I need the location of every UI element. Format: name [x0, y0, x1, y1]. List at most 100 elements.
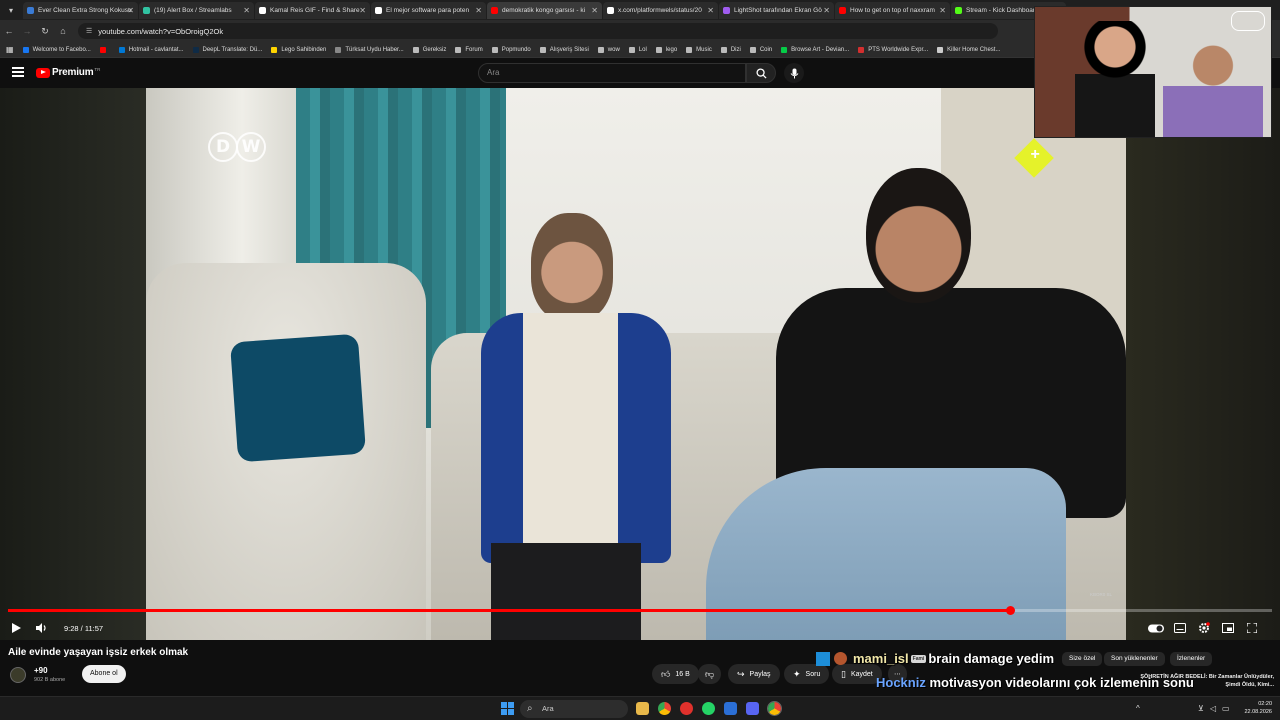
volume-icon: [36, 623, 46, 633]
browser-tab[interactable]: Ever Clean Extra Strong Kokusu ✕: [23, 1, 138, 19]
bookmark-item[interactable]: Dizi: [720, 46, 741, 53]
tab-search-icon[interactable]: ▾: [4, 3, 18, 17]
channel-name[interactable]: +90: [34, 666, 48, 675]
folder-icon: [412, 46, 419, 53]
tab-close-icon[interactable]: ✕: [243, 6, 250, 15]
subtitles-button[interactable]: [1172, 620, 1188, 636]
search-button[interactable]: [746, 63, 776, 83]
bookmark-label: PTS Worldwide Expr...: [868, 46, 929, 53]
autoplay-toggle[interactable]: [1148, 620, 1164, 636]
youtube-premium-logo[interactable]: Premium TR: [36, 67, 100, 78]
bookmark-favicon-icon: [192, 46, 199, 53]
bookmark-item[interactable]: DeepL Translate: Dü...: [192, 46, 262, 53]
mute-button[interactable]: [34, 620, 50, 636]
subscribe-button[interactable]: Abone ol: [82, 665, 126, 683]
browser-tab[interactable]: Kamal Reis GIF - Find & Share ✕: [255, 1, 370, 19]
tab-label: Ever Clean Extra Strong Kokusu: [38, 6, 132, 14]
tab-close-icon[interactable]: ✕: [823, 6, 830, 15]
ask-button[interactable]: ✦ Soru: [784, 664, 830, 684]
chip-watched[interactable]: İzlenenler: [1170, 652, 1213, 666]
progress-scrubber[interactable]: [1005, 606, 1015, 615]
windows-start-icon[interactable]: [501, 702, 514, 715]
folder-icon: [597, 46, 604, 53]
back-arrow-icon[interactable]: ←: [0, 22, 18, 40]
like-button[interactable]: 👍︎ 16 B: [652, 664, 699, 684]
bookmark-item[interactable]: Lol: [628, 46, 647, 53]
logo-text: Premium: [52, 67, 94, 78]
bookmark-item[interactable]: PTS Worldwide Expr...: [858, 46, 929, 53]
discord-icon[interactable]: [746, 702, 759, 715]
tab-close-icon[interactable]: ✕: [707, 6, 714, 15]
bookmark-item[interactable]: Türksat Uydu Haber...: [335, 46, 404, 53]
bookmark-label: Welcome to Facebo...: [32, 46, 91, 53]
bookmark-label: Killer Home Chest...: [947, 46, 1001, 53]
channel-avatar[interactable]: [10, 667, 26, 683]
tab-close-icon[interactable]: ✕: [127, 6, 134, 15]
autoplay-toggle-icon: [1148, 624, 1164, 632]
bookmark-item[interactable]: [99, 46, 110, 53]
video-progress-bar[interactable]: [8, 606, 1272, 615]
tab-close-icon[interactable]: ✕: [939, 6, 946, 15]
bookmark-favicon-icon: [271, 46, 278, 53]
tab-close-icon[interactable]: ✕: [475, 6, 482, 15]
site-info-icon[interactable]: ☰: [86, 27, 92, 35]
menu-icon[interactable]: [12, 67, 24, 77]
chip-for-you[interactable]: Size özel: [1062, 652, 1103, 666]
browser-tab[interactable]: LightShot tarafından Ekran Gö ✕: [719, 1, 834, 19]
settings-button[interactable]: [1196, 620, 1212, 636]
bookmark-item[interactable]: Killer Home Chest...: [937, 46, 1001, 53]
play-button[interactable]: [8, 620, 24, 636]
file-explorer-icon[interactable]: [636, 702, 649, 715]
browser-tab[interactable]: demokratik kongo garsısı - ki ✕: [487, 1, 602, 19]
thumbs-down-icon: 👎︎: [705, 668, 715, 679]
chevron-up-icon[interactable]: ^: [1136, 704, 1140, 713]
miniplayer-button[interactable]: [1220, 620, 1236, 636]
video-frame[interactable]: DW KBOR0 SL: [146, 88, 1126, 640]
folder-icon: [455, 46, 462, 53]
bookmark-item[interactable]: Welcome to Facebo...: [22, 46, 91, 53]
youtube-play-logo-icon: [36, 67, 50, 78]
opera-icon[interactable]: [680, 702, 693, 715]
browser-tab[interactable]: El mejor software para poten ✕: [371, 1, 486, 19]
dislike-button[interactable]: 👎︎: [698, 664, 722, 684]
browser-tab[interactable]: x.com/platformwels/status/20 ✕: [603, 1, 718, 19]
tab-close-icon[interactable]: ✕: [591, 6, 598, 15]
bookmark-label: Coin: [759, 46, 773, 53]
reload-icon[interactable]: ↻: [36, 22, 54, 40]
clock[interactable]: 02:20 22.08.2026: [1180, 700, 1272, 716]
home-icon[interactable]: ⌂: [54, 22, 72, 40]
taskbar-search[interactable]: Ara: [520, 700, 628, 718]
bookmark-label: Hotmail - cavlantat...: [128, 46, 184, 53]
search-input[interactable]: Ara: [478, 63, 746, 83]
share-button[interactable]: ↪ Paylaş: [728, 664, 780, 684]
bookmark-item[interactable]: Music: [686, 46, 712, 53]
app-icon[interactable]: [724, 702, 737, 715]
bookmark-item[interactable]: Alışveriş Sitesi: [539, 46, 589, 53]
whatsapp-icon[interactable]: [702, 702, 715, 715]
video-player[interactable]: DW KBOR0 SL 9:28 / 11:57: [0, 88, 1280, 640]
forward-arrow-icon[interactable]: →: [18, 22, 36, 40]
bookmark-item[interactable]: Hotmail - cavlantat...: [118, 46, 184, 53]
dw-channel-logo: DW: [208, 132, 266, 162]
bookmark-item[interactable]: wow: [597, 46, 620, 53]
bookmark-item[interactable]: Browse Art - Devian...: [781, 46, 849, 53]
bookmark-item[interactable]: Popmundo: [491, 46, 531, 53]
bookmark-item[interactable]: Forum: [455, 46, 483, 53]
browser-tab[interactable]: How to get on top of naxxram ✕: [835, 1, 950, 19]
chip-recent[interactable]: Son yüklenenler: [1104, 652, 1165, 666]
chrome-icon[interactable]: [658, 702, 671, 715]
bookmark-item[interactable]: lego: [655, 46, 677, 53]
chrome-active-icon[interactable]: [767, 701, 782, 716]
voice-search-button[interactable]: [784, 63, 804, 83]
browser-tab[interactable]: (19) Alert Box / Streamlabs ✕: [139, 1, 254, 19]
url-field[interactable]: ☰ youtube.com/watch?v=ObOroigQ2Ok: [78, 23, 998, 39]
tab-close-icon[interactable]: ✕: [359, 6, 366, 15]
fullscreen-icon: [1247, 623, 1257, 633]
fullscreen-button[interactable]: [1244, 620, 1260, 636]
save-button[interactable]: ▯ Kaydet: [832, 664, 882, 684]
bookmark-item[interactable]: Lego Sahibinden: [271, 46, 326, 53]
apps-grid-icon[interactable]: ▦: [6, 45, 14, 54]
bookmark-item[interactable]: Gereksiz: [412, 46, 446, 53]
bookmark-item[interactable]: Coin: [749, 46, 773, 53]
video-title: Aile evinde yaşayan işsiz erkek olmak: [8, 647, 189, 658]
